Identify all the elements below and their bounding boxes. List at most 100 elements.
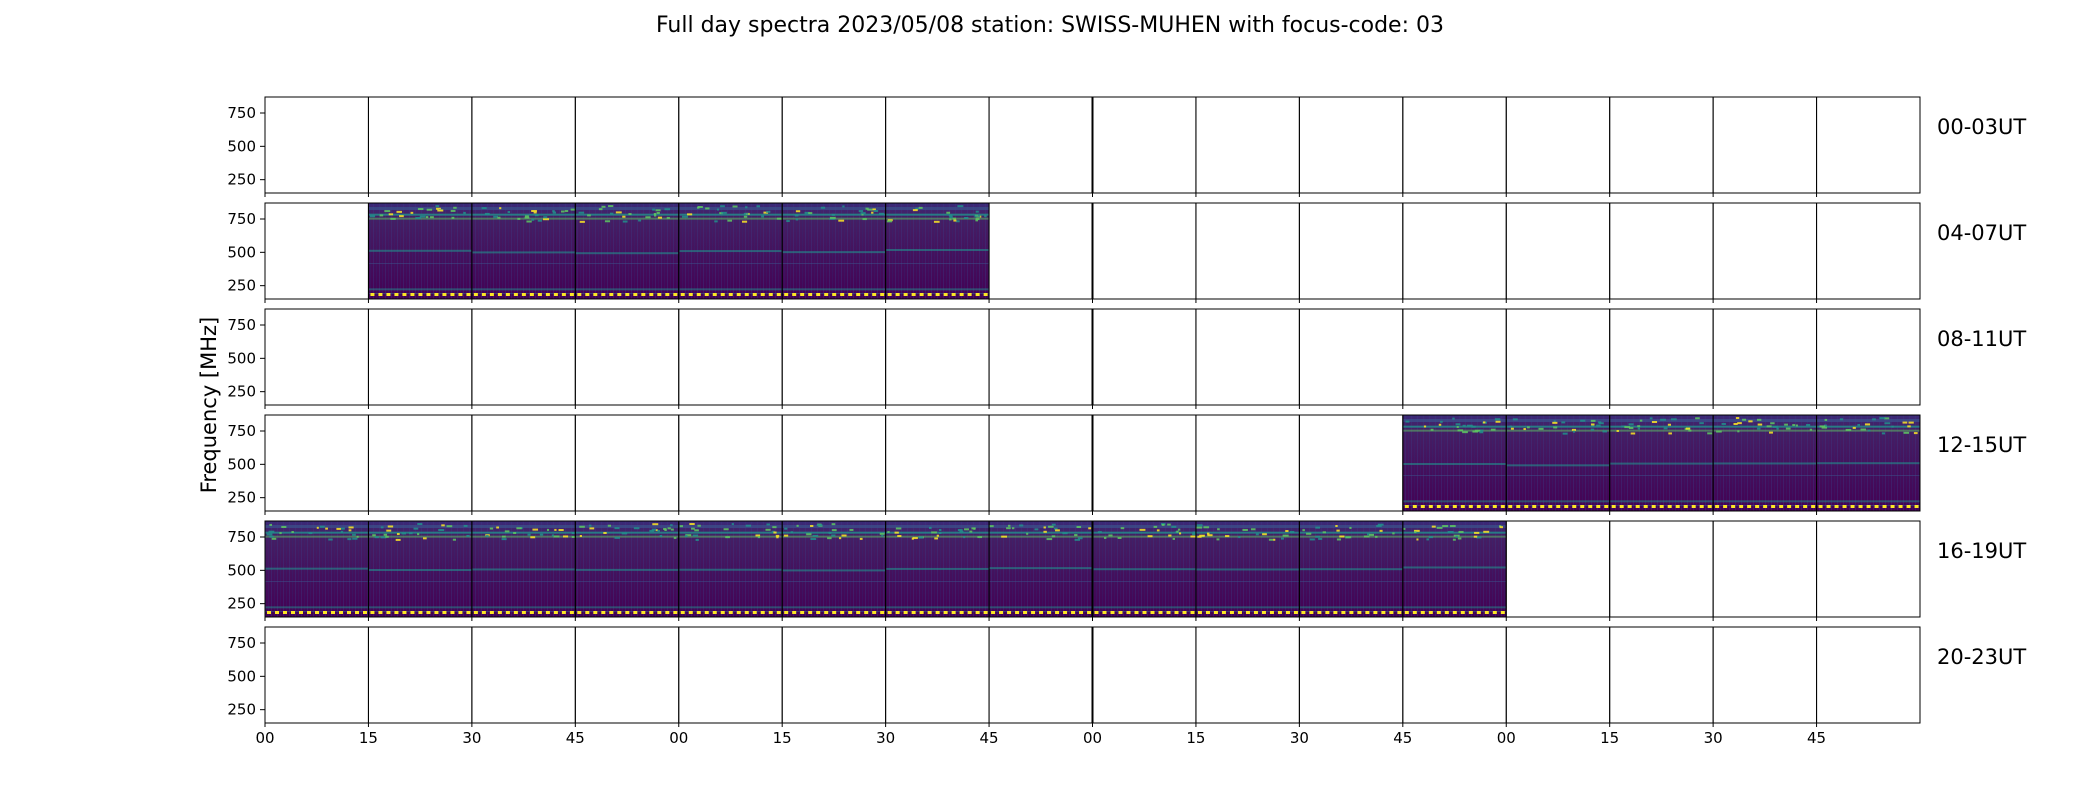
spectrogram-low-band bbox=[848, 293, 853, 296]
y-tick-label: 500 bbox=[227, 349, 256, 367]
x-tick-label: 15 bbox=[359, 729, 378, 747]
spectrogram-speckle bbox=[1046, 538, 1053, 541]
y-tick-label: 750 bbox=[227, 104, 256, 122]
spectrogram-speckle bbox=[1196, 524, 1203, 527]
spectrogram-cell bbox=[678, 521, 783, 617]
panel-frame bbox=[471, 414, 576, 512]
chart-title: Full day spectra 2023/05/08 station: SWI… bbox=[656, 13, 1444, 38]
y-tick-label: 750 bbox=[227, 210, 256, 228]
spectrogram-low-band bbox=[816, 611, 821, 614]
panel-frame bbox=[1195, 96, 1300, 194]
spectrogram-band bbox=[1506, 500, 1610, 503]
spectrogram-speckle bbox=[1479, 431, 1484, 434]
spectrogram-speckle bbox=[501, 538, 507, 541]
panel-frame bbox=[1092, 96, 1197, 194]
spectrogram-low-band bbox=[402, 611, 407, 614]
spectrogram-speckle bbox=[546, 528, 550, 531]
spectrogram-speckle bbox=[396, 533, 400, 536]
spectrogram-low-band bbox=[935, 293, 940, 296]
spectrogram-speckle bbox=[1526, 426, 1530, 429]
spectrogram-speckle bbox=[1369, 533, 1375, 536]
spectrogram-cell bbox=[885, 203, 990, 299]
spectrogram-speckle bbox=[1806, 423, 1811, 426]
spectrogram-speckle bbox=[1795, 424, 1798, 427]
spectrogram-speckle bbox=[1147, 535, 1153, 538]
spectrogram-speckle bbox=[1572, 430, 1576, 433]
spectrogram-speckle bbox=[340, 530, 343, 533]
spectrogram-speckle bbox=[1458, 530, 1464, 533]
spectrogram-speckle bbox=[493, 215, 499, 218]
spectrogram-band bbox=[885, 531, 990, 534]
spectrogram-low-band bbox=[1643, 505, 1648, 508]
spectrogram-low-band bbox=[1556, 505, 1561, 508]
spectrogram-speckle bbox=[820, 206, 826, 209]
spectrogram-speckle bbox=[684, 535, 688, 538]
spectrogram-speckle bbox=[841, 534, 847, 537]
spectrogram-low-band bbox=[1596, 505, 1601, 508]
spectrogram-low-band bbox=[267, 611, 271, 614]
spectrogram-speckle bbox=[745, 206, 748, 209]
spectrogram-low-band bbox=[1492, 505, 1497, 508]
spectrogram-speckle bbox=[291, 530, 294, 533]
spectrogram-low-band bbox=[347, 611, 351, 614]
spectrogram-band bbox=[575, 581, 679, 582]
spectrogram-low-band bbox=[1197, 611, 1202, 614]
spectrogram-band bbox=[575, 263, 679, 264]
spectrogram-low-band bbox=[1118, 611, 1123, 614]
spectrogram-low-band bbox=[625, 293, 630, 296]
spectrogram-speckle bbox=[1392, 532, 1395, 535]
spectrogram-speckle bbox=[1120, 527, 1125, 530]
spectrogram-band bbox=[471, 251, 576, 254]
spectrogram-speckle bbox=[653, 212, 657, 215]
spectrogram-speckle bbox=[838, 219, 845, 222]
spectrogram-speckle bbox=[497, 216, 501, 219]
spectrogram-low-band bbox=[983, 293, 988, 296]
spectrogram-speckle bbox=[772, 526, 777, 529]
panel-frame bbox=[1712, 96, 1818, 194]
spectrogram-speckle bbox=[1471, 425, 1476, 428]
spectrogram-low-band bbox=[1285, 611, 1290, 614]
spectrogram-speckle bbox=[714, 220, 718, 223]
spectrogram-speckle bbox=[1076, 526, 1082, 529]
spectrogram-speckle bbox=[795, 218, 799, 221]
spectrogram-speckle bbox=[645, 216, 651, 219]
spectrogram-speckle bbox=[1336, 529, 1340, 532]
panel-frame bbox=[1505, 520, 1611, 618]
spectrogram-speckle bbox=[948, 214, 953, 217]
y-tick-label: 250 bbox=[227, 277, 256, 295]
panel-frame bbox=[781, 308, 887, 406]
spectrogram-speckle bbox=[451, 216, 455, 219]
spectrogram-speckle bbox=[766, 210, 771, 213]
y-tick-label: 500 bbox=[227, 667, 256, 685]
spectrogram-speckle bbox=[466, 534, 470, 537]
spectrogram-low-band bbox=[1763, 505, 1768, 508]
spectrogram-band bbox=[885, 217, 990, 220]
spectrogram-low-band bbox=[601, 293, 606, 296]
y-tick-label: 250 bbox=[227, 701, 256, 719]
panel-frame bbox=[1298, 308, 1404, 406]
spectrogram-speckle bbox=[352, 537, 358, 540]
spectrogram-low-band bbox=[275, 611, 279, 614]
panel-frame bbox=[1092, 626, 1197, 724]
spectrogram-low-band bbox=[378, 611, 383, 614]
spectrogram-speckle bbox=[1097, 531, 1102, 534]
spectrogram-speckle bbox=[268, 530, 275, 533]
spectrogram-speckle bbox=[1590, 423, 1595, 426]
spectrogram-speckle bbox=[1238, 536, 1241, 539]
spectrogram-speckle bbox=[438, 529, 445, 532]
spectrogram-speckle bbox=[1628, 427, 1634, 430]
panel-frame bbox=[1298, 626, 1404, 724]
panel-frame bbox=[367, 626, 473, 724]
spectrogram-low-band bbox=[609, 611, 614, 614]
spectrogram-speckle bbox=[938, 531, 942, 534]
spectrogram-speckle bbox=[401, 532, 407, 535]
spectrogram-speckle bbox=[1001, 535, 1008, 538]
spectrogram-band bbox=[989, 531, 1093, 534]
spectrogram-low-band bbox=[752, 611, 757, 614]
spectrogram-low-band bbox=[1237, 611, 1242, 614]
spectrogram-low-band bbox=[1063, 611, 1068, 614]
spectrogram-speckle bbox=[1282, 534, 1289, 537]
spectrogram-speckle bbox=[1735, 417, 1740, 420]
spectrogram-speckle bbox=[783, 534, 789, 537]
spectrogram-speckle bbox=[938, 529, 942, 532]
